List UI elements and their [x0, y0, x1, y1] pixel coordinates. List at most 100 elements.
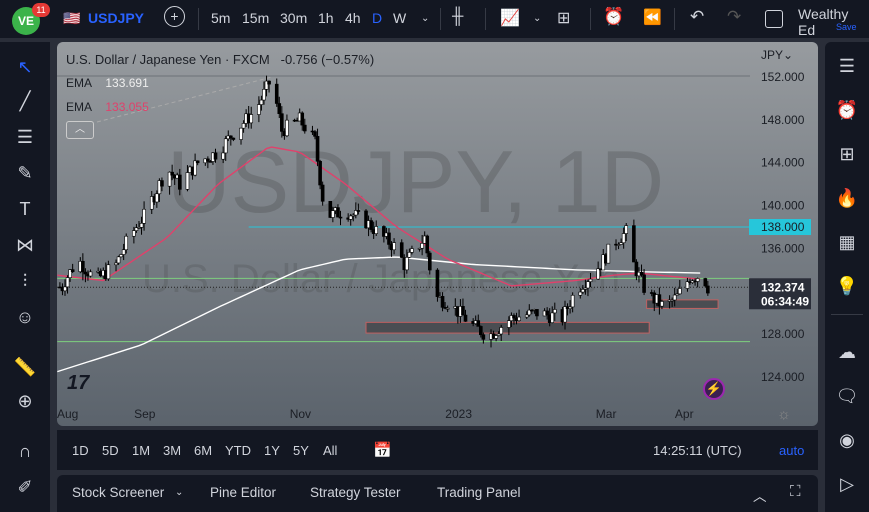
candle-body: [121, 249, 126, 255]
trendline-icon[interactable]: ╱: [12, 88, 38, 114]
bottom-panel: Stock Screener ⌄ Pine Editor Strategy Te…: [57, 475, 818, 512]
alarm-icon[interactable]: ⏰: [833, 96, 861, 124]
candle-body: [606, 243, 611, 264]
candle-body: [642, 274, 646, 293]
chevron-down-icon[interactable]: ⌄: [533, 13, 541, 24]
candle-body: [83, 271, 88, 275]
tab-stock-screener[interactable]: Stock Screener: [72, 485, 164, 500]
candle-body: [374, 226, 379, 234]
price-chart[interactable]: USDJPY, 1D U.S. Dollar / Japanese Yen 152.…: [57, 42, 818, 426]
candle-body: [435, 269, 440, 297]
candle-body: [124, 235, 129, 251]
tf-30m[interactable]: 30m: [280, 10, 307, 26]
hotlist-flame-icon[interactable]: 🔥: [833, 184, 861, 212]
tf-5m[interactable]: 5m: [211, 10, 230, 26]
candle-body: [221, 152, 225, 160]
candle-body: [621, 233, 626, 244]
candle-body: [170, 171, 174, 176]
tf-w[interactable]: W: [393, 10, 406, 26]
ideas-bulb-icon[interactable]: 💡: [833, 272, 861, 300]
candle-body: [405, 257, 409, 271]
watchlist-icon[interactable]: ☰: [833, 52, 861, 80]
collapse-legend-button[interactable]: ︿: [66, 121, 94, 139]
undo-icon[interactable]: ↶: [690, 7, 704, 27]
tf-15m[interactable]: 15m: [242, 10, 269, 26]
range-1m[interactable]: 1M: [132, 443, 150, 458]
settings-icon[interactable]: ☼: [777, 406, 791, 423]
candle-body: [249, 114, 254, 124]
time-axis-label: Nov: [290, 407, 311, 421]
chevron-down-icon[interactable]: ⌄: [421, 13, 429, 24]
candle-body: [315, 136, 320, 162]
goto-date-icon[interactable]: 📅: [373, 441, 392, 459]
tf-1h[interactable]: 1h: [318, 10, 334, 26]
ema-legend-2[interactable]: EMA 133.055: [66, 100, 149, 114]
replay-icon[interactable]: ⏪: [643, 8, 662, 26]
lock-draw-icon[interactable]: ✐: [12, 474, 38, 500]
calendar-icon[interactable]: ▦: [833, 228, 861, 256]
candles-icon[interactable]: ╫: [452, 8, 463, 26]
candle-body: [206, 158, 210, 162]
candle-body: [425, 235, 430, 254]
range-1y[interactable]: 1Y: [264, 443, 280, 458]
candle-body: [348, 215, 353, 220]
price-axis-label: 136.000: [761, 241, 805, 255]
ema-legend-1[interactable]: EMA 133.691: [66, 76, 149, 90]
price-axis-label: 152.000: [761, 70, 805, 84]
chat-cloud-icon[interactable]: ☁: [833, 338, 861, 366]
tab-trading-panel[interactable]: Trading Panel: [437, 485, 521, 500]
candle-body: [578, 291, 583, 296]
fib-icon[interactable]: ☰: [12, 124, 38, 150]
layout-icon[interactable]: ⊞: [557, 8, 570, 28]
tf-d[interactable]: D: [372, 10, 382, 26]
streams-icon[interactable]: ◉: [833, 426, 861, 454]
play-icon[interactable]: ▷: [833, 470, 861, 498]
candle-body: [106, 264, 111, 280]
tf-4h[interactable]: 4h: [345, 10, 361, 26]
range-6m[interactable]: 6M: [194, 443, 212, 458]
add-symbol-icon[interactable]: +: [164, 6, 185, 27]
tab-pine-editor[interactable]: Pine Editor: [210, 485, 276, 500]
range-5y[interactable]: 5Y: [293, 443, 309, 458]
candle-body: [280, 113, 284, 132]
ruler-icon[interactable]: 📏: [12, 354, 38, 380]
save-button[interactable]: Save: [836, 22, 857, 32]
range-1d[interactable]: 1D: [72, 443, 89, 458]
maximize-icon[interactable]: ⛶: [790, 483, 801, 500]
candle-body: [552, 309, 557, 314]
symbol-button[interactable]: USDJPY: [88, 10, 144, 26]
clock[interactable]: 14:25:11 (UTC): [653, 443, 742, 458]
indicators-icon[interactable]: 📈: [500, 8, 520, 28]
countdown-label: 06:34:49: [761, 294, 809, 308]
zoom-icon[interactable]: ⊕: [12, 388, 38, 414]
fullscreen-icon[interactable]: [765, 10, 783, 28]
range-3m[interactable]: 3M: [163, 443, 181, 458]
user-name[interactable]: Wealthy Ed: [798, 6, 869, 38]
redo-icon[interactable]: ↷: [727, 7, 741, 27]
emoji-icon[interactable]: ☺: [12, 304, 38, 330]
chevron-down-icon[interactable]: ⌄: [175, 487, 183, 498]
add-list-icon[interactable]: ⊞: [833, 140, 861, 168]
magnet-icon[interactable]: ∩: [12, 438, 38, 464]
prediction-icon[interactable]: ⫶: [12, 268, 38, 294]
chart-panel[interactable]: USDJPY, 1D U.S. Dollar / Japanese Yen 152.…: [57, 42, 818, 426]
candle-body: [563, 306, 567, 323]
range-all[interactable]: All: [323, 443, 337, 458]
tab-strategy-tester[interactable]: Strategy Tester: [310, 485, 401, 500]
text-icon[interactable]: T: [12, 196, 38, 222]
pattern-icon[interactable]: ⋈: [12, 232, 38, 258]
messages-icon[interactable]: 🗨: [833, 382, 861, 410]
lightning-icon[interactable]: ⚡: [703, 378, 725, 400]
brush-icon[interactable]: ✎: [12, 160, 38, 186]
highlight-price-label: 138.000: [761, 220, 805, 234]
range-ytd[interactable]: YTD: [225, 443, 251, 458]
alert-icon[interactable]: ⏰: [603, 7, 624, 27]
time-axis-label: Aug: [57, 407, 78, 421]
currency-select[interactable]: JPY⌄: [761, 48, 793, 62]
collapse-panel-icon[interactable]: ︿: [753, 485, 767, 505]
auto-scale-button[interactable]: auto: [779, 443, 804, 458]
candle-body: [507, 320, 511, 328]
range-5d[interactable]: 5D: [102, 443, 119, 458]
cursor-icon[interactable]: ↖: [12, 54, 38, 80]
candle-body: [535, 309, 539, 317]
